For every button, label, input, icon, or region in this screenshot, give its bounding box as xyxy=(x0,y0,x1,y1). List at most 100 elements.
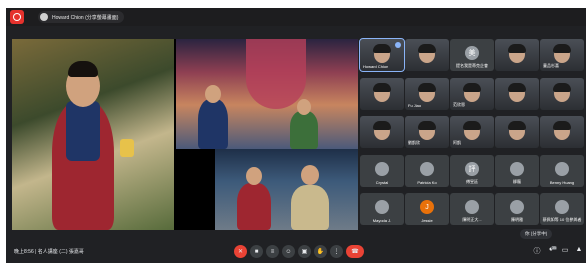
meeting-info: 晚上8:56 | 名人講座 (二) 張嘉哥 xyxy=(14,249,84,255)
participant-tile[interactable]: 評傅昱廷 xyxy=(450,154,494,187)
participant-name: 傅昱廷 xyxy=(466,178,478,184)
participant-name: 劉凱欣 xyxy=(408,140,420,145)
participant-hair xyxy=(553,82,571,92)
participant-hair xyxy=(373,121,391,130)
captions-icon[interactable]: ≡ xyxy=(266,245,279,258)
participant-avatar xyxy=(555,161,569,176)
info-icon[interactable]: ⓘ xyxy=(532,246,542,256)
participant-avatar: J xyxy=(420,200,434,214)
participant-name: Howard Chion xyxy=(363,64,389,69)
participant-tile[interactable]: 陳明正大... xyxy=(450,193,494,225)
participant-tile[interactable]: Benny Huang xyxy=(540,154,584,187)
meet-window: Howard Chion (分享螢幕畫面) Howard Chion 美 提名我… xyxy=(0,0,586,263)
activities-icon[interactable]: ▲ xyxy=(574,246,584,253)
participant-tile[interactable]: 童品杉喜 xyxy=(540,39,584,71)
participant-tile[interactable] xyxy=(495,39,539,71)
held-item xyxy=(120,139,134,157)
participant-tile[interactable] xyxy=(360,77,404,110)
top-bar: Howard Chion (分享螢幕畫面) xyxy=(6,8,586,26)
participant-name: Patricia Ko xyxy=(417,179,437,185)
person-head xyxy=(205,85,221,103)
participant-hair xyxy=(418,44,436,53)
participant-hair xyxy=(553,44,571,53)
participant-hair xyxy=(373,82,391,92)
participant-tile[interactable] xyxy=(495,77,539,110)
speaking-indicator-icon xyxy=(395,42,401,48)
shared-screen xyxy=(12,39,358,230)
participant-tile[interactable]: J Jessie xyxy=(405,193,449,225)
person-figure xyxy=(237,183,271,230)
shared-photo-bottom-right xyxy=(215,149,358,230)
participant-tile[interactable]: Fu Jiao xyxy=(405,77,449,110)
mic-off-icon[interactable]: ✕ xyxy=(234,245,247,258)
participant-hair xyxy=(373,44,391,53)
participant-hair xyxy=(508,121,526,130)
participant-grid: Howard Chion 美提名我是蒂克企會 童品杉喜 Fu Jiao 范欣恩 劉凱欣 阿凱… xyxy=(359,38,584,230)
person-vest xyxy=(66,101,100,161)
participant-name: 柳龍 xyxy=(513,178,521,184)
participant-hair xyxy=(418,82,436,92)
participant-hair xyxy=(418,121,436,130)
participant-avatar xyxy=(375,161,389,176)
participant-name: Mayoda J. xyxy=(372,218,392,223)
store-canopy xyxy=(246,39,306,109)
participant-tile[interactable]: 阿凱 xyxy=(450,116,494,148)
person-figure xyxy=(291,185,329,230)
participant-name: Benny Huang xyxy=(549,179,575,185)
hangup-icon[interactable]: ☎ xyxy=(346,245,364,258)
participant-avatar xyxy=(465,200,479,214)
bottom-bar: 晚上8:56 | 名人講座 (二) 張嘉哥 ✕ ■ ≡ ☺ ▣ ✋ ⋮ ☎ ⓘ … xyxy=(6,240,586,263)
participant-name: Crystal xyxy=(375,179,389,185)
participant-hair xyxy=(508,82,526,92)
participant-tile[interactable]: 美提名我是蒂克企會 xyxy=(450,39,494,71)
participant-name: 童品杉喜 xyxy=(543,63,559,68)
participant-tile[interactable]: Crystal xyxy=(360,154,404,187)
participant-tile[interactable]: 柳龍 xyxy=(495,154,539,187)
people-count-badge: 35 xyxy=(551,246,557,250)
presenter-chip[interactable]: Howard Chion (分享螢幕畫面) xyxy=(38,11,125,23)
participant-avatar xyxy=(510,161,524,176)
person-figure xyxy=(290,111,318,149)
participant-name: 阿凱 xyxy=(453,140,461,145)
record-indicator-icon[interactable] xyxy=(10,10,24,24)
participant-name: Fu Jiao xyxy=(408,102,422,108)
person-head xyxy=(246,167,262,185)
participant-name: 陳明正大... xyxy=(462,217,482,222)
participant-tile[interactable] xyxy=(495,116,539,148)
participant-hair xyxy=(553,121,571,130)
shared-photo-left xyxy=(12,39,174,230)
participant-tile[interactable]: Patricia Ko xyxy=(405,154,449,187)
participant-name: 蔡佩如等 10 位參與者 xyxy=(542,217,582,222)
participant-tile[interactable] xyxy=(360,116,404,148)
participant-name: 范欣恩 xyxy=(453,101,465,107)
participant-hair xyxy=(508,44,526,53)
hand-icon[interactable]: ✋ xyxy=(314,245,327,258)
person-figure xyxy=(198,99,228,149)
presenter-avatar xyxy=(40,13,48,21)
people-icon[interactable]: 35● xyxy=(546,246,557,253)
chat-icon[interactable]: ▭ xyxy=(560,246,570,254)
present-icon[interactable]: ▣ xyxy=(298,245,311,258)
participant-avatar xyxy=(420,161,434,176)
participant-tile[interactable]: 蔡佩如等 10 位參與者 xyxy=(540,193,584,225)
participant-name: 陳明雅 xyxy=(511,217,523,222)
participant-hair xyxy=(463,82,481,92)
participant-name: 提名我是蒂克企會 xyxy=(456,63,488,68)
participant-tile[interactable] xyxy=(540,77,584,110)
participant-tile[interactable] xyxy=(405,39,449,71)
person-hair xyxy=(68,61,98,77)
main-area: Howard Chion 美提名我是蒂克企會 童品杉喜 Fu Jiao 范欣恩 劉凱欣 阿凱… xyxy=(6,26,586,240)
more-icon[interactable]: ⋮ xyxy=(330,245,343,258)
participant-tile[interactable]: 陳明雅 xyxy=(495,193,539,225)
participant-tile[interactable] xyxy=(540,116,584,148)
participant-tile[interactable]: 劉凱欣 xyxy=(405,116,449,148)
emoji-icon[interactable]: ☺ xyxy=(282,245,295,258)
participant-avatar: 美 xyxy=(465,46,479,60)
participant-avatar xyxy=(555,200,569,214)
participant-tile[interactable]: Howard Chion xyxy=(359,38,405,72)
shared-photo-top-right xyxy=(176,39,358,149)
participant-tile[interactable]: Mayoda J. xyxy=(360,193,404,225)
participant-tile[interactable]: 范欣恩 xyxy=(450,77,494,110)
camera-icon[interactable]: ■ xyxy=(250,245,263,258)
participant-avatar: 評 xyxy=(465,161,479,176)
